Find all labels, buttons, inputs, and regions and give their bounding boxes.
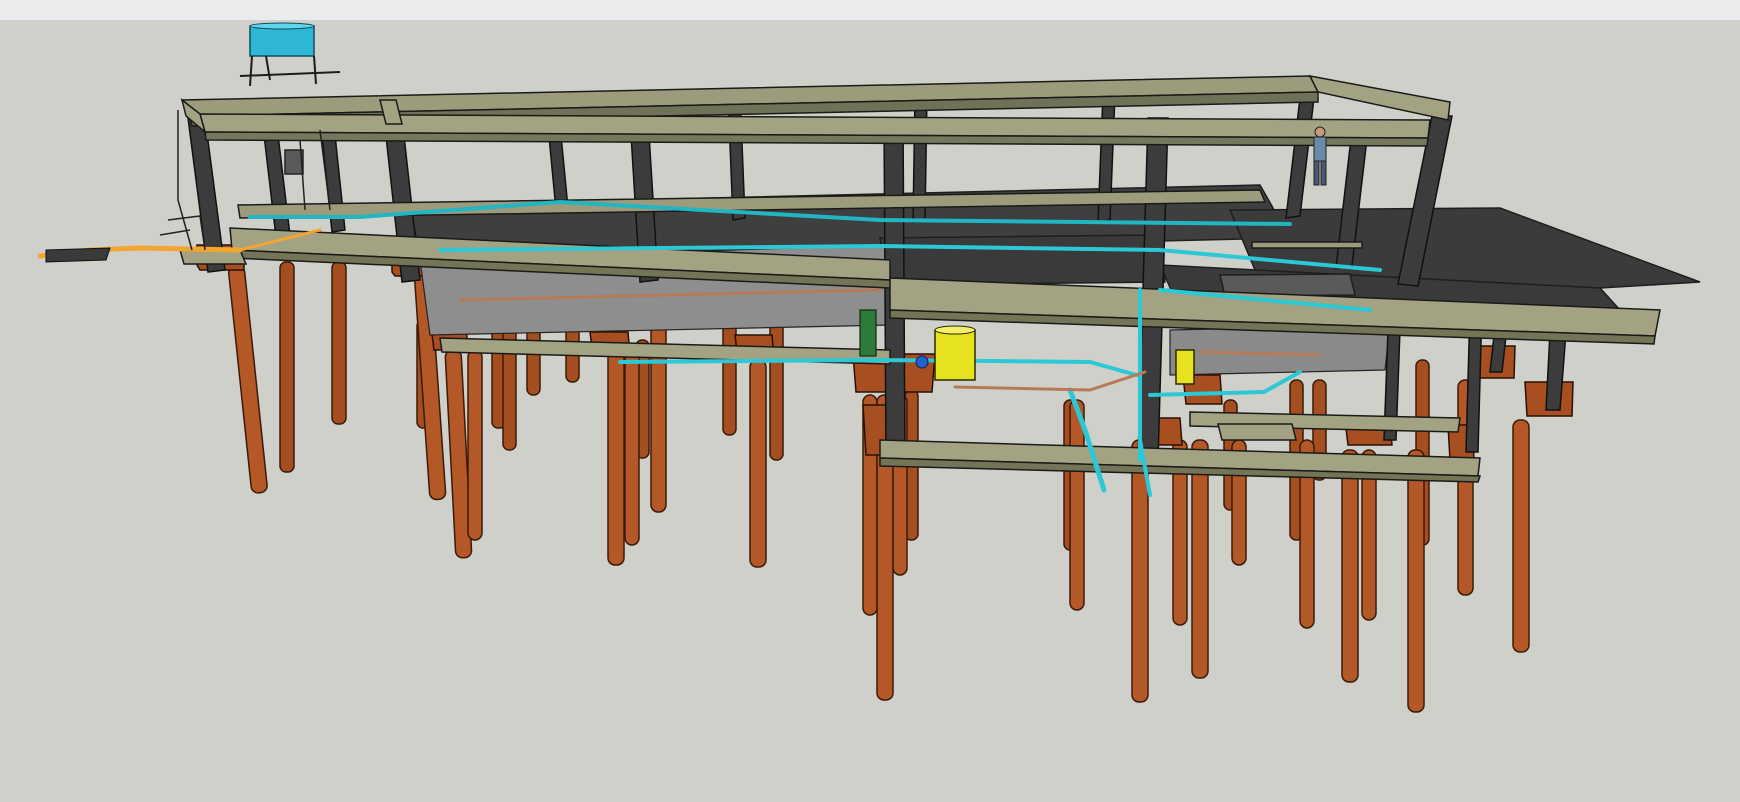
3d-model-viewport[interactable] bbox=[0, 20, 1740, 802]
beam-right bbox=[1308, 74, 1451, 121]
pile bbox=[607, 349, 625, 566]
roof-water-tank bbox=[239, 22, 341, 87]
beam-small bbox=[1217, 423, 1297, 441]
water-tank-icon bbox=[249, 25, 315, 57]
roof-beams bbox=[180, 74, 1451, 147]
window-top-strip bbox=[0, 0, 1740, 21]
pump-icon bbox=[859, 309, 877, 357]
yellow-tank-right bbox=[1175, 349, 1195, 385]
pile bbox=[331, 261, 347, 425]
cylinder-tank-icon bbox=[1175, 349, 1195, 385]
pile bbox=[227, 265, 268, 494]
slab-middle bbox=[879, 234, 1166, 286]
pile bbox=[749, 359, 767, 568]
pile bbox=[1069, 399, 1085, 611]
structure-model[interactable] bbox=[0, 20, 1740, 802]
person-scale-icon bbox=[1314, 126, 1326, 138]
cylinder-tank-icon bbox=[934, 329, 976, 381]
pile bbox=[467, 349, 483, 541]
pile bbox=[624, 349, 640, 546]
pile bbox=[279, 261, 295, 473]
column bbox=[1285, 97, 1315, 219]
copper-pipe-2 bbox=[953, 370, 1147, 392]
inlet-fitting bbox=[45, 247, 111, 263]
sketchup-window bbox=[0, 0, 1740, 802]
pile bbox=[1341, 449, 1359, 683]
pile bbox=[722, 319, 737, 436]
pile bbox=[1512, 419, 1530, 653]
pile bbox=[1407, 449, 1425, 713]
yellow-tank-left bbox=[934, 325, 976, 381]
beam-slab-edge bbox=[1251, 241, 1363, 249]
pile bbox=[1191, 439, 1209, 679]
